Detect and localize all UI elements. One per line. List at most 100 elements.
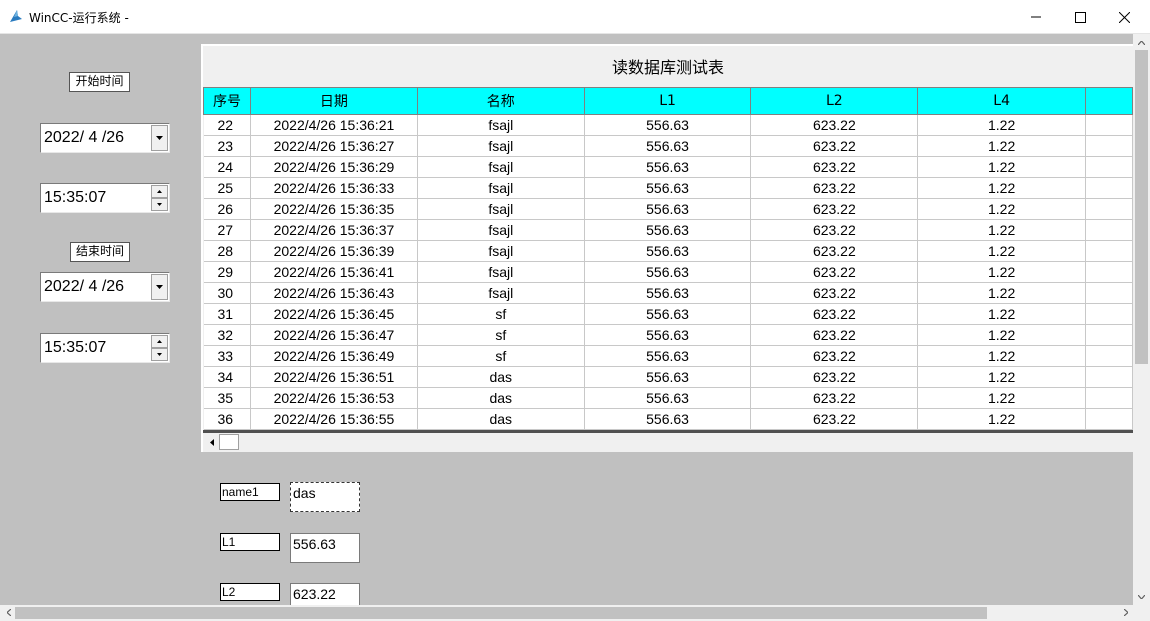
table-row[interactable]: 36 2022/4/26 15:36:55 das 556.63 623.22 1.22 [203, 408, 1133, 430]
table-row[interactable]: 32 2022/4/26 15:36:47 sf 556.63 623.22 1.22 [203, 324, 1133, 346]
end-time-down-button[interactable] [151, 348, 168, 361]
table-row[interactable]: 28 2022/4/26 15:36:39 fsajl 556.63 623.22 1.2… [203, 240, 1133, 262]
table-cell: fsajl [417, 261, 585, 283]
table-cell: fsajl [417, 135, 585, 157]
l1-value-field[interactable]: 556.63 [290, 533, 360, 563]
table-row[interactable]: 24 2022/4/26 15:36:29 fsajl 556.63 623.22 1.2… [203, 156, 1133, 178]
table-row[interactable]: 34 2022/4/26 15:36:51 das 556.63 623.22 1.22 [203, 366, 1133, 388]
table-cell: 556.63 [584, 408, 752, 430]
table-cell: 34 [203, 366, 251, 388]
start-time-up-button[interactable] [151, 185, 168, 198]
table-row[interactable]: 35 2022/4/26 15:36:53 das 556.63 623.22 1.22 [203, 387, 1133, 409]
end-time-up-button[interactable] [151, 335, 168, 348]
table-row[interactable]: 26 2022/4/26 15:36:35 fsajl 556.63 623.22 1.2… [203, 198, 1133, 220]
column-header[interactable]: 序号 [203, 87, 251, 115]
table-cell: 2022/4/26 15:36:39 [250, 240, 418, 262]
column-header[interactable]: L4 [917, 87, 1087, 115]
table-cell: 556.63 [584, 261, 752, 283]
column-header[interactable]: L2 [750, 87, 919, 115]
table-cell: 556.63 [584, 387, 752, 409]
table-cell: 556.63 [584, 324, 752, 346]
name-value-field[interactable]: das [290, 482, 360, 512]
table-cell: 25 [203, 177, 251, 199]
start-date-picker[interactable]: 2022/ 4 /26 [40, 123, 170, 153]
vertical-scroll-thumb[interactable] [1135, 50, 1148, 364]
table-cell: 556.63 [584, 282, 752, 304]
column-header[interactable]: L1 [583, 87, 752, 115]
window-scroll-right-button[interactable] [1118, 605, 1133, 620]
chevron-down-icon [156, 285, 163, 289]
end-time-value: 15:35:07 [44, 339, 107, 356]
table-cell: fsajl [417, 156, 585, 178]
table-cell: 1.22 [917, 408, 1087, 430]
table-cell: 36 [203, 408, 251, 430]
table-cell: 556.63 [584, 177, 752, 199]
data-table-panel: 读数据库测试表 序号 日期 名称 L1 L2 L4 22 2022/4/26 15:36:2… [201, 44, 1133, 452]
table-cell: 1.22 [917, 324, 1087, 346]
table-cell: 1.22 [917, 219, 1087, 241]
table-cell: 2022/4/26 15:36:53 [250, 387, 418, 409]
table-cell [1085, 324, 1133, 346]
table-cell: 1.22 [917, 303, 1087, 325]
maximize-button[interactable] [1057, 0, 1103, 34]
table-cell: 23 [203, 135, 251, 157]
window-scroll-left-button[interactable] [1, 605, 16, 620]
table-row[interactable]: 22 2022/4/26 15:36:21 fsajl 556.63 623.22 1.2… [203, 114, 1133, 136]
table-title: 读数据库测试表 [203, 46, 1133, 86]
table-cell: 1.22 [917, 198, 1087, 220]
start-time-down-button[interactable] [151, 198, 168, 211]
table-cell: 556.63 [584, 366, 752, 388]
table-cell [1085, 408, 1133, 430]
window-horizontal-scrollbar[interactable] [0, 605, 1150, 621]
table-row[interactable]: 30 2022/4/26 15:36:43 fsajl 556.63 623.22 1.2… [203, 282, 1133, 304]
column-header[interactable]: 名称 [416, 87, 585, 115]
table-cell: 2022/4/26 15:36:33 [250, 177, 418, 199]
table-row[interactable]: 27 2022/4/26 15:36:37 fsajl 556.63 623.22 1.2… [203, 219, 1133, 241]
horizontal-scroll-thumb[interactable] [15, 607, 987, 619]
data-table[interactable]: 序号 日期 名称 L1 L2 L4 22 2022/4/26 15:36:21 fsajl 55… [203, 87, 1133, 430]
title-bar[interactable]: WinCC-运行系统 - [0, 0, 1150, 34]
table-scroll-thumb[interactable] [219, 434, 239, 450]
table-row[interactable]: 33 2022/4/26 15:36:49 sf 556.63 623.22 1.22 [203, 345, 1133, 367]
table-row[interactable]: 25 2022/4/26 15:36:33 fsajl 556.63 623.22 1.2… [203, 177, 1133, 199]
maximize-icon [1074, 11, 1086, 23]
table-row[interactable]: 23 2022/4/26 15:36:27 fsajl 556.63 623.22 1.2… [203, 135, 1133, 157]
l1-label: L1 [220, 533, 280, 551]
table-cell: 2022/4/26 15:36:49 [250, 345, 418, 367]
scroll-left-button[interactable] [205, 435, 219, 449]
table-cell: 623.22 [750, 198, 919, 220]
end-date-dropdown-button[interactable] [151, 274, 168, 300]
scroll-up-button[interactable] [1134, 35, 1149, 50]
table-cell: 2022/4/26 15:36:43 [250, 282, 418, 304]
arrow-down-icon [157, 353, 162, 356]
table-cell [1085, 366, 1133, 388]
table-row[interactable]: 31 2022/4/26 15:36:45 sf 556.63 623.22 1.22 [203, 303, 1133, 325]
table-cell: 1.22 [917, 261, 1087, 283]
table-horizontal-scrollbar[interactable] [203, 430, 1133, 450]
start-date-dropdown-button[interactable] [151, 125, 168, 151]
table-cell: 2022/4/26 15:36:51 [250, 366, 418, 388]
table-cell: fsajl [417, 240, 585, 262]
table-cell: 24 [203, 156, 251, 178]
close-button[interactable] [1101, 0, 1147, 34]
window-vertical-scrollbar[interactable] [1133, 34, 1150, 605]
table-cell: 29 [203, 261, 251, 283]
scroll-down-button[interactable] [1134, 589, 1149, 604]
table-cell [1085, 219, 1133, 241]
end-date-picker[interactable]: 2022/ 4 /26 [40, 272, 170, 302]
table-cell: 1.22 [917, 114, 1087, 136]
table-cell: 2022/4/26 15:36:41 [250, 261, 418, 283]
minimize-button[interactable] [1013, 0, 1059, 34]
start-time-spinner[interactable]: 15:35:07 [40, 183, 170, 213]
column-header[interactable]: 日期 [249, 87, 418, 115]
table-cell: sf [417, 324, 585, 346]
table-cell [1085, 156, 1133, 178]
column-header[interactable] [1085, 87, 1133, 115]
table-cell: 556.63 [584, 156, 752, 178]
table-cell: 31 [203, 303, 251, 325]
end-time-spinner[interactable]: 15:35:07 [40, 333, 170, 363]
table-cell: 1.22 [917, 366, 1087, 388]
table-cell: 556.63 [584, 345, 752, 367]
table-cell: 1.22 [917, 282, 1087, 304]
table-row[interactable]: 29 2022/4/26 15:36:41 fsajl 556.63 623.22 1.2… [203, 261, 1133, 283]
